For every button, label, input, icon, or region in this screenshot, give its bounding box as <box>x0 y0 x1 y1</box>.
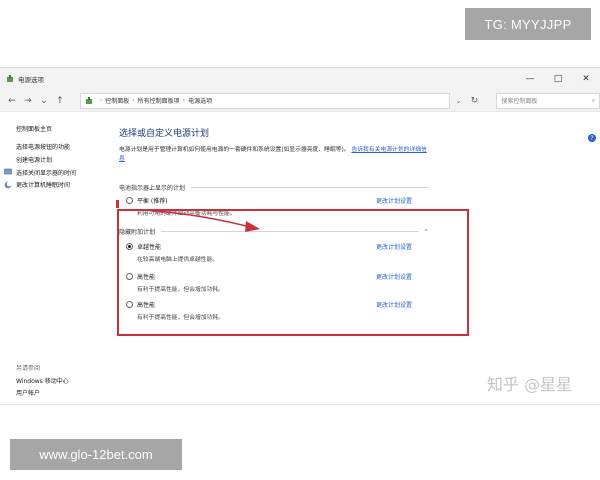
breadcrumb-sep: › <box>132 97 135 104</box>
search-placeholder: 搜索控制面板 <box>501 98 538 105</box>
close-button[interactable]: ✕ <box>572 74 600 84</box>
address-dropdown-button[interactable]: ⌄ <box>450 97 466 105</box>
control-panel-icon <box>85 96 92 104</box>
address-bar-row: ← → ⌄ ↑ › 控制面板 › 所有控制面板项 › 电源选项 ⌄ ↻ 搜索控制… <box>0 90 600 112</box>
mobility-center-link[interactable]: Windows 移动中心 <box>16 376 69 385</box>
annotation-red-marker <box>116 200 119 208</box>
power-options-icon <box>7 75 13 82</box>
sidebar-home-link[interactable]: 控制面板主页 <box>16 122 106 135</box>
section-divider <box>191 187 429 188</box>
breadcrumb-all-items[interactable]: 所有控制面板项 <box>138 96 180 105</box>
window-title: 电源选项 <box>18 76 44 84</box>
address-bar[interactable]: › 控制面板 › 所有控制面板项 › 电源选项 <box>79 92 451 109</box>
refresh-button[interactable]: ↻ <box>466 96 482 106</box>
sidebar-item-create-plan[interactable]: 创建电源计划 <box>16 153 106 166</box>
sidebar-item-label: 更改计算机睡眠时间 <box>16 182 71 190</box>
history-dropdown-button[interactable]: ⌄ <box>38 96 50 106</box>
plan-radio-balanced[interactable] <box>126 197 133 204</box>
watermark-bottom: www.glo-12bet.com <box>10 439 182 470</box>
sidebar-item-sleep[interactable]: 更改计算机睡眠时间 <box>4 178 106 191</box>
annotation-arrow-icon <box>151 210 260 232</box>
display-icon <box>4 168 12 175</box>
up-button[interactable]: ↑ <box>54 96 66 106</box>
watermark-zhihu: 知乎 @星星 <box>487 375 573 394</box>
shown-plans-label: 电池指示器上显示的计划 <box>119 185 186 192</box>
sidebar: 控制面板主页 选择电源按钮的功能 创建电源计划 选择关闭显示器的时间 更改计算机… <box>4 122 106 397</box>
search-input[interactable]: 搜索控制面板 ⌕ <box>496 92 600 109</box>
moon-icon <box>4 181 12 189</box>
main-panel: 选择或自定义电源计划 电源计划是用于管理计算机如何使用电源的一套硬件和系统设置(… <box>119 126 599 321</box>
plan-name: 平衡 (推荐) <box>137 198 168 205</box>
title-bar: 电源选项 — □ ✕ <box>0 68 600 90</box>
page-title: 选择或自定义电源计划 <box>119 129 210 139</box>
back-button[interactable]: ← <box>6 96 18 106</box>
see-also-heading: 另请参阅 <box>16 365 41 372</box>
breadcrumb-control-panel[interactable]: 控制面板 <box>105 96 129 105</box>
maximize-button[interactable]: □ <box>544 74 572 84</box>
sidebar-item-power-button[interactable]: 选择电源按钮的功能 <box>16 141 106 154</box>
sidebar-item-display-off[interactable]: 选择关闭显示器的时间 <box>4 166 106 179</box>
watermark-top: TG: MYYJJPP <box>465 8 591 40</box>
change-plan-settings-link[interactable]: 更改计划设置 <box>376 196 412 205</box>
breadcrumb-sep: › <box>182 97 186 104</box>
forward-button[interactable]: → <box>22 96 34 106</box>
help-icon[interactable]: ? <box>588 134 596 142</box>
shown-plans-section: 电池指示器上显示的计划 <box>119 183 429 192</box>
breadcrumb-power-options[interactable]: 电源选项 <box>188 96 212 105</box>
search-icon: ⌕ <box>591 96 595 104</box>
breadcrumb-sep: › <box>99 97 103 104</box>
page-description: 电源计划是用于管理计算机如何使用电源的一套硬件和系统设置(如显示器亮度、睡眠等)… <box>119 146 429 163</box>
description-text: 电源计划是用于管理计算机如何使用电源的一套硬件和系统设置(如显示器亮度、睡眠等)… <box>119 147 350 153</box>
sidebar-item-label: 选择关闭显示器的时间 <box>16 169 77 177</box>
minimize-button[interactable]: — <box>516 74 544 84</box>
user-accounts-link[interactable]: 用户帐户 <box>16 388 40 397</box>
